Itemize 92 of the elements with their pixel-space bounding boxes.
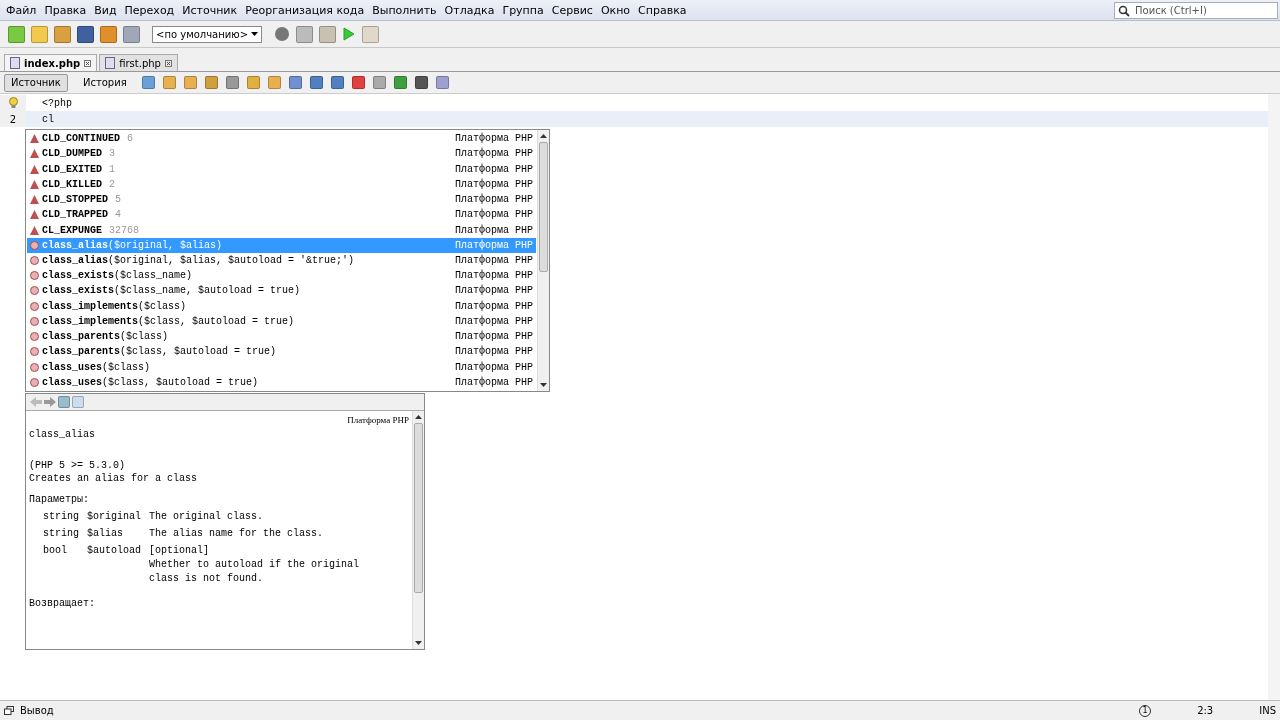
- circle-icon: [30, 240, 39, 250]
- search-icon: [1118, 4, 1130, 17]
- toolbar-icon[interactable]: [351, 76, 365, 89]
- file-tab[interactable]: first.php: [99, 54, 178, 71]
- circle-icon: [30, 332, 39, 342]
- returns-heading: Возвращает:: [29, 598, 96, 609]
- circle-icon: [30, 316, 39, 326]
- menu-item[interactable]: Отладка: [440, 3, 499, 17]
- doc-description: Creates an alias for a class: [29, 473, 199, 484]
- param-description: [optional]: [149, 545, 210, 556]
- caret-icon: [251, 32, 258, 36]
- circle-icon: [30, 362, 39, 372]
- completion-item[interactable]: CLD_DUMPED 3 Платформа PHP: [27, 146, 536, 162]
- window-icon[interactable]: [4, 706, 14, 715]
- circle-icon: [30, 256, 39, 265]
- menu-item[interactable]: Группа: [498, 3, 548, 17]
- search-field[interactable]: Поиск (Ctrl+I): [1114, 1, 1278, 19]
- completion-item[interactable]: class_exists($class_name) Платформа PHP: [27, 268, 536, 284]
- line-number: 2: [9, 113, 17, 125]
- view-tab[interactable]: История: [75, 73, 134, 92]
- completion-item[interactable]: class_uses($class) Платформа PHP: [27, 359, 536, 375]
- menu-item[interactable]: Справка: [634, 3, 691, 17]
- scrollbar[interactable]: [537, 130, 549, 391]
- scroll-up-icon[interactable]: [415, 415, 422, 419]
- toolbar-icon[interactable]: [225, 76, 239, 89]
- params-heading: Параметры:: [29, 494, 90, 505]
- menu-item[interactable]: Реорганизация кода: [241, 3, 369, 17]
- toolbar-icon[interactable]: [330, 76, 344, 89]
- scrollbar[interactable]: [412, 411, 424, 649]
- menu-item[interactable]: Правка: [40, 3, 91, 17]
- completion-item[interactable]: class_alias($original, $alias, $autoload = '&true;') Платформа PHP: [27, 252, 536, 269]
- param-description: The original class.: [149, 511, 265, 522]
- completion-item[interactable]: CLD_KILLED 2 Платформа PHP: [27, 176, 536, 192]
- completion-item[interactable]: class_implements($class, $autoload = true) Платформа PHP: [27, 313, 536, 330]
- doc-title: class_alias: [29, 429, 96, 440]
- file-tab[interactable]: index.php: [4, 54, 98, 71]
- menu-item[interactable]: Выполнить: [368, 3, 441, 17]
- circle-icon: [30, 301, 39, 311]
- param-description: The alias name for the class.: [149, 528, 325, 539]
- completion-item[interactable]: CLD_TRAPPED 4 Платформа PHP: [27, 207, 536, 223]
- completion-item[interactable]: class_uses($class, $autoload = true) Платформа PHP: [27, 374, 536, 390]
- scroll-down-icon[interactable]: [540, 383, 547, 387]
- circle-icon: [30, 271, 39, 281]
- completion-item[interactable]: CLD_EXITED 1 Платформа PHP: [27, 161, 536, 177]
- completion-item[interactable]: class_implements($class) Платформа PHP: [27, 298, 536, 314]
- toolbar-icon[interactable]: [77, 25, 94, 43]
- param-type: string: [43, 528, 80, 539]
- circle-icon: [30, 377, 39, 387]
- circle-icon: [30, 286, 39, 296]
- run-icon[interactable]: [342, 26, 356, 42]
- insert-mode: INS: [1259, 705, 1276, 716]
- param-name: $alias: [87, 528, 124, 539]
- circle-icon: [30, 347, 39, 357]
- menu-item[interactable]: Источник: [178, 3, 242, 17]
- scroll-up-icon[interactable]: [540, 134, 547, 138]
- view-tab[interactable]: Источник: [4, 73, 68, 92]
- toolbar-icon[interactable]: [414, 76, 428, 89]
- completion-item[interactable]: CLD_CONTINUED 6 Платформа PHP: [27, 131, 536, 147]
- menu-item[interactable]: Окно: [596, 3, 635, 17]
- close-icon[interactable]: [164, 59, 172, 67]
- doc-source: Платформа PHP: [347, 415, 409, 425]
- param-description: Whether to autoload if the original: [149, 559, 361, 570]
- toolbar-icon[interactable]: [141, 76, 155, 89]
- file-icon: [105, 57, 116, 69]
- forward-icon[interactable]: [44, 397, 56, 407]
- output-tab[interactable]: Вывод: [20, 705, 54, 716]
- completion-item[interactable]: CL_EXPUNGE 32768 Платформа PHP: [27, 222, 536, 238]
- scroll-down-icon[interactable]: [415, 641, 422, 645]
- config-dropdown[interactable]: <по умолчанию>: [152, 25, 262, 43]
- close-icon[interactable]: [84, 59, 92, 67]
- file-icon: [10, 57, 20, 69]
- completion-item[interactable]: CLD_STOPPED 5 Платформа PHP: [27, 191, 536, 208]
- toolbar-icon[interactable]: [288, 76, 302, 89]
- menu-item[interactable]: Вид: [90, 3, 121, 17]
- menu-item[interactable]: Сервис: [547, 3, 597, 17]
- completion-item[interactable]: class_parents($class, $autoload = true) Платформа PHP: [27, 344, 536, 360]
- param-type: bool: [43, 545, 68, 558]
- code-text: <?php: [42, 97, 72, 109]
- param-description: class is not found.: [149, 573, 265, 584]
- completion-item[interactable]: class_parents($class) Платформа PHP: [27, 329, 536, 345]
- menu-item[interactable]: Файл: [2, 3, 41, 17]
- lightbulb-icon[interactable]: [8, 97, 18, 109]
- menu-item[interactable]: Переход: [120, 3, 179, 17]
- param-type: string: [43, 511, 80, 522]
- caret-position: 2:3: [1197, 705, 1214, 716]
- toolbar-icon[interactable]: [309, 76, 323, 89]
- param-name: $original: [87, 511, 142, 522]
- toolbar-icon[interactable]: [393, 76, 407, 89]
- code-text: cl: [42, 113, 54, 125]
- param-name: $autoload: [87, 545, 142, 558]
- doc-version: (PHP 5 >= 5.3.0): [29, 460, 126, 471]
- completion-item[interactable]: class_exists($class_name, $autoload = true) Платформа PHP: [27, 283, 536, 299]
